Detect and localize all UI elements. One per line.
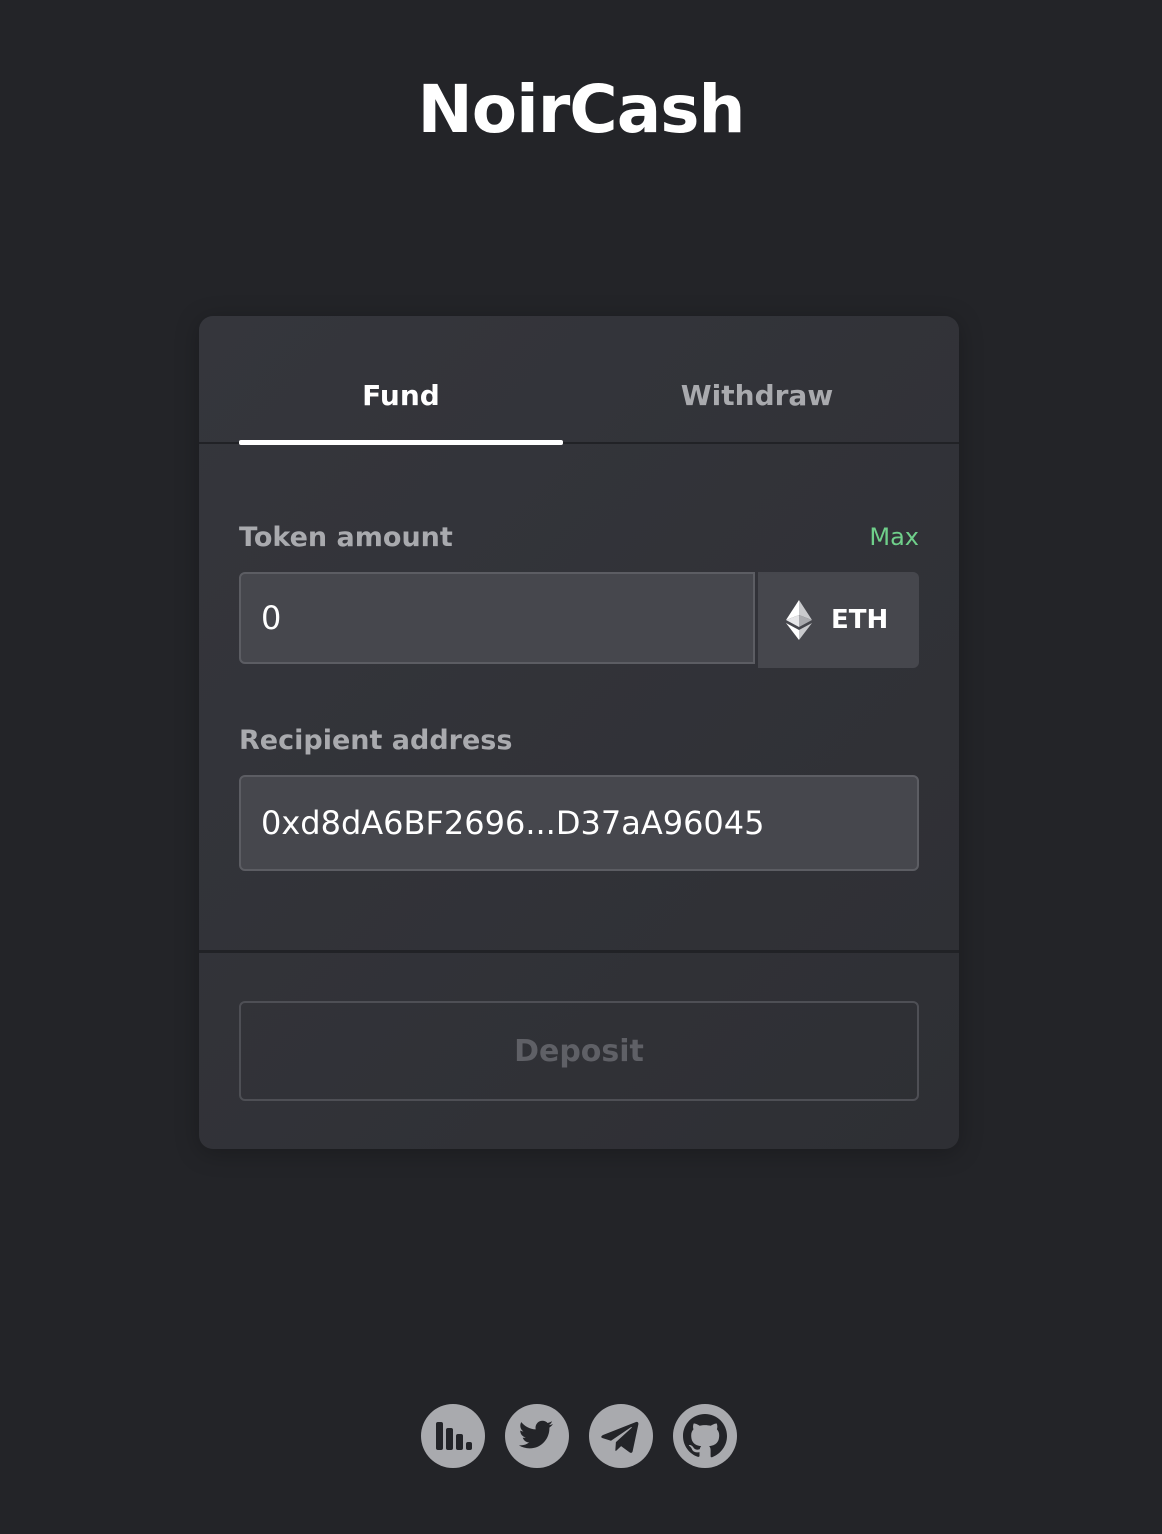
token-amount-label: Token amount xyxy=(239,522,453,553)
token-amount-input[interactable] xyxy=(239,572,755,664)
token-symbol: ETH xyxy=(831,605,889,635)
recipient-address-label: Recipient address xyxy=(239,725,513,756)
telegram-link[interactable] xyxy=(589,1404,653,1468)
card-divider xyxy=(199,950,959,953)
github-link[interactable] xyxy=(673,1404,737,1468)
token-selector[interactable]: ETH xyxy=(758,572,919,668)
active-tab-indicator xyxy=(239,440,563,445)
twitter-link[interactable] xyxy=(505,1404,569,1468)
tab-fund[interactable]: Fund xyxy=(239,374,563,418)
telegram-icon xyxy=(601,1421,639,1453)
twitter-icon xyxy=(518,1420,553,1449)
stats-link[interactable] xyxy=(421,1404,485,1468)
github-icon xyxy=(683,1414,727,1458)
deposit-button[interactable]: Deposit xyxy=(239,1001,919,1101)
app-title: NoirCash xyxy=(417,71,746,148)
fund-card: Fund Withdraw Token amount Max ETH Recip… xyxy=(199,316,959,1149)
social-links xyxy=(421,1404,741,1470)
ethereum-icon xyxy=(786,600,812,640)
max-button[interactable]: Max xyxy=(869,520,919,554)
tab-withdraw[interactable]: Withdraw xyxy=(595,374,919,418)
recipient-address-input[interactable] xyxy=(239,775,919,871)
tab-bar: Fund Withdraw xyxy=(199,316,959,445)
stats-icon xyxy=(436,1422,472,1450)
